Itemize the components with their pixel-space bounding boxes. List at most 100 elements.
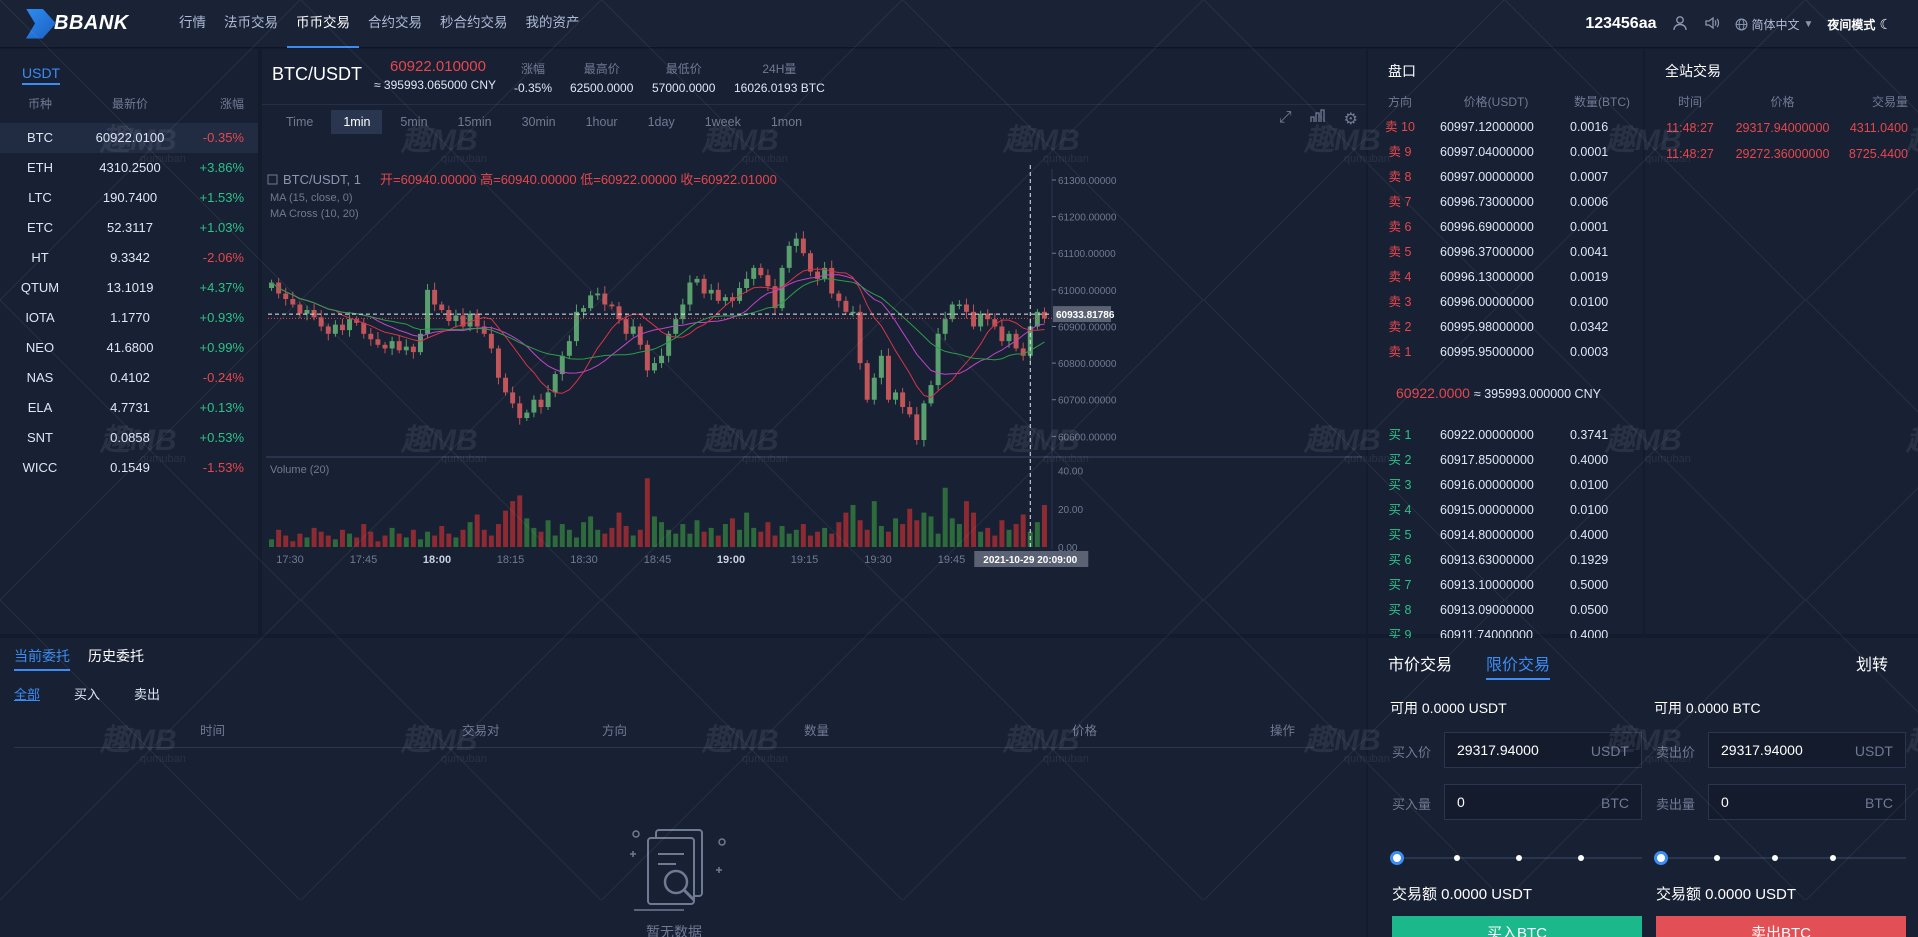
timeframe-30min[interactable]: 30min [510,110,568,134]
legend-series: BTC/USDT, 1 [283,172,361,187]
bid-price: 60915.00000000 [1440,503,1534,517]
filter-sell[interactable]: 卖出 [134,684,160,703]
transfer-button[interactable]: 划转 [1856,651,1888,675]
sell-btc-button[interactable]: 卖出BTC [1656,916,1906,937]
buy-qty-input[interactable] [1457,794,1587,810]
volume-bar [999,520,1005,547]
slider-handle[interactable] [1654,851,1668,865]
ask-row[interactable]: 卖 10 60997.12000000 0.0016 [1368,115,1643,140]
slider-step-50[interactable] [1772,855,1778,861]
market-row[interactable]: IOTA 1.1770 +0.93% [0,303,258,333]
nav-item-contract-trading[interactable]: 合约交易 [359,0,431,48]
market-row[interactable]: WICC 0.1549 -1.53% [0,453,258,483]
market-row[interactable]: ETH 4310.2500 +3.86% [0,153,258,183]
market-row[interactable]: HT 9.3342 -2.06% [0,243,258,273]
market-row[interactable]: ETC 52.3117 +1.03% [0,213,258,243]
market-row[interactable]: NAS 0.4102 -0.24% [0,363,258,393]
ask-row[interactable]: 卖 1 60995.95000000 0.0003 [1368,340,1643,365]
market-row[interactable]: LTC 190.7400 +1.53% [0,183,258,213]
bid-side: 买 2 [1388,453,1412,467]
nav-item-fiat-trading[interactable]: 法币交易 [215,0,287,48]
bid-row[interactable]: 买 3 60916.00000000 0.0100 [1368,473,1643,498]
buy-percent-slider[interactable] [1390,851,1642,865]
timeframe-1week[interactable]: 1week [693,110,753,134]
market-row[interactable]: SNT 0.0858 +0.53% [0,423,258,453]
timeframe-1day[interactable]: 1day [636,110,687,134]
ask-row[interactable]: 卖 7 60996.73000000 0.0006 [1368,190,1643,215]
slider-handle[interactable] [1390,851,1404,865]
user-icon[interactable] [1671,15,1689,33]
volume-bar [609,527,615,547]
night-mode-toggle[interactable]: 夜间模式 ☾ [1827,16,1892,33]
slider-step-25[interactable] [1454,855,1460,861]
timeframe-1min[interactable]: 1min [331,109,383,134]
tab-current-orders[interactable]: 当前委托 [14,646,70,671]
volume-bar [871,501,877,547]
timeframe-1hour[interactable]: 1hour [574,110,630,134]
market-row[interactable]: NEO 41.6800 +0.99% [0,333,258,363]
nav-item-my-assets[interactable]: 我的资产 [517,0,589,48]
volume-bar [978,531,984,547]
bid-row[interactable]: 买 6 60913.63000000 0.1929 [1368,548,1643,573]
sell-price-input[interactable] [1721,742,1851,758]
market-tab-usdt[interactable]: USDT [22,65,61,85]
slider-step-75[interactable] [1578,855,1584,861]
volume-bar [276,529,282,547]
market-row[interactable]: ELA 4.7731 +0.13% [0,393,258,423]
bid-row[interactable]: 买 8 60913.09000000 0.0500 [1368,598,1643,623]
tab-limit-order[interactable]: 限价交易 [1486,651,1551,680]
slider-step-75[interactable] [1830,855,1836,861]
timeframe-1mon[interactable]: 1mon [759,110,814,134]
buy-btc-button[interactable]: 买入BTC [1392,916,1642,937]
bid-row[interactable]: 买 7 60913.10000000 0.5000 [1368,573,1643,598]
bid-row[interactable]: 买 2 60917.85000000 0.4000 [1368,448,1643,473]
timeframe-15min[interactable]: 15min [446,110,504,134]
slider-step-25[interactable] [1714,855,1720,861]
ask-row[interactable]: 卖 4 60996.13000000 0.0019 [1368,265,1643,290]
volume-bar [545,520,551,547]
nav-item-market[interactable]: 行情 [170,0,215,48]
language-switcher[interactable]: 简体中文 ▼ [1735,16,1813,33]
bid-price: 60914.80000000 [1440,528,1534,542]
candle-body [339,324,345,331]
tab-order-history[interactable]: 历史委托 [88,646,144,671]
speaker-icon[interactable] [1703,15,1721,33]
ask-row[interactable]: 卖 3 60996.00000000 0.0100 [1368,290,1643,315]
orders-col-time: 时间 [200,724,226,738]
slider-step-50[interactable] [1516,855,1522,861]
timeframe-time[interactable]: Time [274,110,325,134]
market-row[interactable]: QTUM 13.1019 +4.37% [0,273,258,303]
filter-buy[interactable]: 买入 [74,684,100,703]
settings-gear-icon[interactable]: ⚙ [1344,109,1358,129]
buy-price-input[interactable] [1457,742,1587,758]
sell-percent-slider[interactable] [1654,851,1906,865]
logo[interactable]: BBANK [26,8,146,39]
market-row[interactable]: BTC 60922.0100 -0.35% [0,123,258,153]
sell-qty-input[interactable] [1721,794,1851,810]
username[interactable]: 123456aa [1585,15,1656,33]
last-price-cny: ≈ 395993.065000 CNY [374,78,497,92]
ask-row[interactable]: 卖 5 60996.37000000 0.0041 [1368,240,1643,265]
nav-item-second-contract[interactable]: 秒合约交易 [431,0,517,48]
orders-col-price: 价格 [1072,724,1098,738]
bid-row[interactable]: 买 4 60915.00000000 0.0100 [1368,498,1643,523]
volume-bar [956,524,962,547]
volume-bar [467,522,473,547]
ask-row[interactable]: 卖 2 60995.98000000 0.0342 [1368,315,1643,340]
candle-body [949,304,955,320]
column-qty: 数量(BTC) [1574,95,1630,109]
bid-row[interactable]: 买 1 60922.00000000 0.3741 [1368,423,1643,448]
bid-row[interactable]: 买 5 60914.80000000 0.4000 [1368,523,1643,548]
indicators-icon[interactable] [1310,109,1326,129]
ask-row[interactable]: 卖 6 60996.69000000 0.0001 [1368,215,1643,240]
candlestick-chart[interactable]: BTC/USDT, 1 开=60940.00000 高=60940.00000 低… [262,139,1366,634]
ask-row[interactable]: 卖 8 60997.00000000 0.0007 [1368,165,1643,190]
ask-row[interactable]: 卖 9 60997.04000000 0.0001 [1368,140,1643,165]
filter-all[interactable]: 全部 [14,684,40,703]
timeframe-5min[interactable]: 5min [388,110,439,134]
tab-market-order[interactable]: 市价交易 [1388,651,1452,680]
nav-item-spot-trading[interactable]: 币币交易 [287,0,359,48]
pair-title: BTC/USDT [272,64,362,84]
fullscreen-icon[interactable]: ⤢ [1279,109,1292,129]
market-price: 60922.0100 [95,130,165,145]
